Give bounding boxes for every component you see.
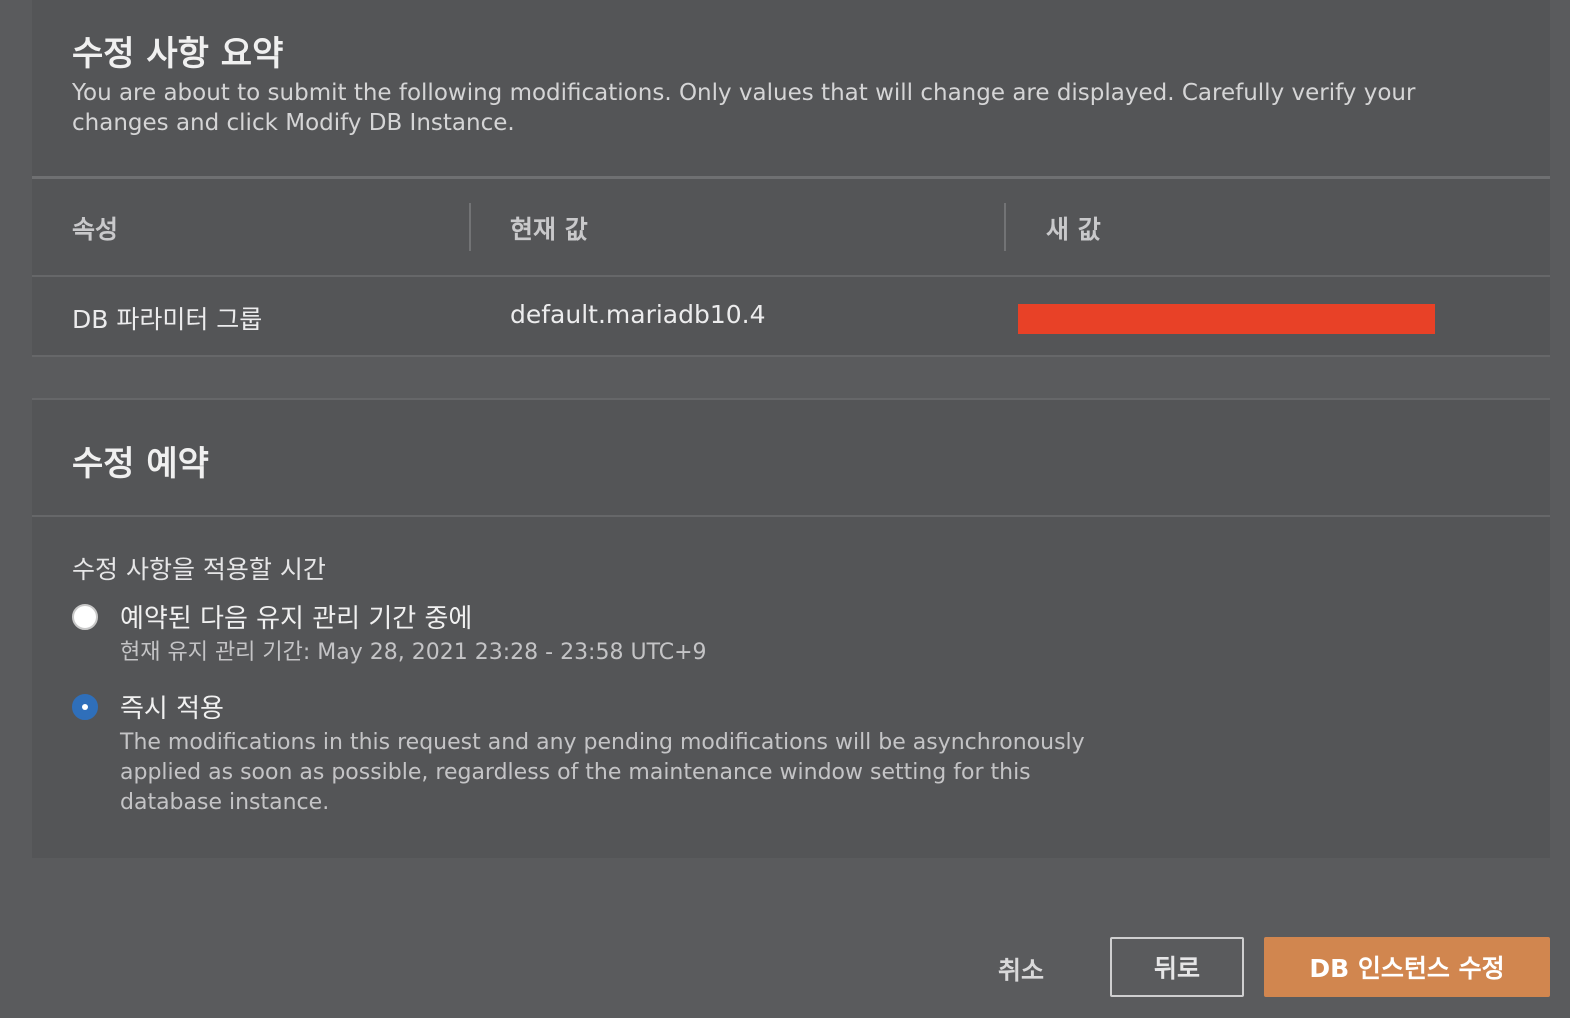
option-apply-immediately-label[interactable]: 즉시 적용 [120, 688, 224, 725]
apply-time-label: 수정 사항을 적용할 시간 [72, 555, 326, 584]
schedule-divider [32, 515, 1550, 517]
header-divider [32, 275, 1550, 277]
modify-db-instance-button[interactable]: DB 인스턴스 수정 [1264, 937, 1550, 997]
option-next-maintenance-window-description: 현재 유지 관리 기간: May 28, 2021 23:28 - 23:58 … [120, 640, 707, 665]
row-attribute-cell: DB 파라미터 그룹 [72, 305, 263, 334]
column-resizer[interactable] [1004, 203, 1006, 251]
cancel-button[interactable]: 취소 [998, 951, 1044, 987]
schedule-top-divider [32, 398, 1550, 400]
option-next-maintenance-window-label[interactable]: 예약된 다음 유지 관리 기간 중에 [120, 598, 472, 635]
row-divider [32, 355, 1550, 357]
modification-summary-panel: 수정 사항 요약 You are about to submit the fol… [32, 0, 1550, 357]
radio-apply-immediately[interactable] [72, 694, 98, 720]
schedule-panel: 수정 예약 수정 사항을 적용할 시간 예약된 다음 유지 관리 기간 중에 현… [32, 398, 1550, 858]
row-new-value-redacted [1018, 304, 1435, 334]
column-header-current-value: 현재 값 [510, 215, 588, 244]
radio-next-maintenance-window[interactable] [72, 604, 98, 630]
column-header-attribute: 속성 [72, 215, 119, 244]
table-top-divider [32, 176, 1550, 179]
schedule-title: 수정 예약 [72, 444, 209, 484]
summary-title: 수정 사항 요약 [72, 34, 284, 74]
back-button[interactable]: 뒤로 [1110, 937, 1244, 997]
option-apply-immediately-description: The modifications in this request and an… [120, 730, 1085, 815]
column-resizer[interactable] [469, 203, 471, 251]
summary-description: You are about to submit the following mo… [72, 80, 1416, 136]
column-header-new-value: 새 값 [1046, 215, 1101, 244]
row-current-value-cell: default.mariadb10.4 [510, 300, 766, 329]
